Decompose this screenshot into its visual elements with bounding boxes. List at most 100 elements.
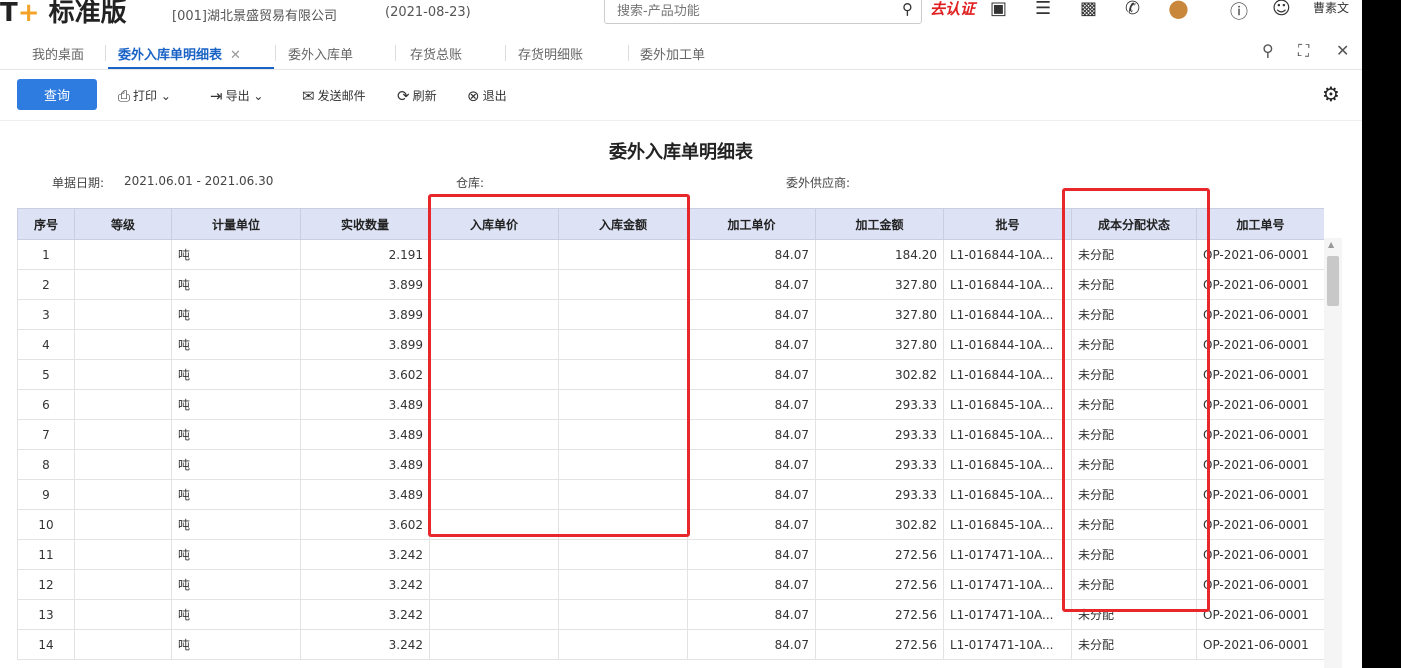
table-cell[interactable] [558, 569, 688, 600]
tab-inventory-detail[interactable]: 存货明细账 [518, 44, 583, 63]
table-cell[interactable]: 未分配 [1071, 239, 1197, 270]
table-cell[interactable]: 3.242 [300, 629, 430, 660]
gear-icon[interactable]: ⚙ [1322, 82, 1340, 106]
table-row[interactable]: 11 吨 3.242 84.07 272.56 L1-017471-10A... 未分配 OP… [17, 539, 1324, 570]
table-cell[interactable]: 293.33 [815, 419, 944, 450]
table-cell[interactable]: 327.80 [815, 329, 944, 360]
table-cell[interactable] [74, 299, 172, 330]
save-icon[interactable]: ▣ [990, 0, 1007, 19]
table-cell[interactable]: 84.07 [687, 269, 816, 300]
search-icon[interactable]: ⚲ [902, 0, 913, 18]
query-button[interactable]: 查询 [17, 79, 97, 110]
export-button[interactable]: ⇥ 导出 ⌄ [210, 87, 263, 105]
table-cell[interactable]: 302.82 [815, 509, 944, 540]
table-row[interactable]: 4 吨 3.899 84.07 327.80 L1-016844-10A... 未分配 OP-… [17, 329, 1324, 360]
table-cell[interactable]: 2 [17, 269, 75, 300]
table-cell[interactable] [429, 449, 559, 480]
search-icon[interactable]: ⚲ [1262, 41, 1274, 60]
table-cell[interactable]: 84.07 [687, 479, 816, 510]
tab-desktop[interactable]: 我的桌面 [32, 44, 84, 63]
table-cell[interactable]: OP-2021-06-0001 [1196, 569, 1324, 600]
table-cell[interactable] [558, 299, 688, 330]
table-row[interactable]: 12 吨 3.242 84.07 272.56 L1-017471-10A... 未分配 OP… [17, 569, 1324, 600]
table-cell[interactable] [558, 509, 688, 540]
table-row[interactable]: 7 吨 3.489 84.07 293.33 L1-016845-10A... 未分配 OP-… [17, 419, 1324, 450]
table-cell[interactable]: 3.242 [300, 569, 430, 600]
table-cell[interactable] [558, 389, 688, 420]
table-cell[interactable]: 吨 [171, 599, 301, 630]
table-cell[interactable] [429, 389, 559, 420]
column-header[interactable]: 实收数量 [300, 208, 430, 240]
table-cell[interactable] [74, 239, 172, 270]
company-name[interactable]: [001]湖北景盛贸易有限公司 [172, 5, 337, 24]
column-header[interactable]: 批号 [943, 208, 1072, 240]
table-cell[interactable] [74, 539, 172, 570]
table-cell[interactable]: L1-016845-10A... [943, 449, 1072, 480]
table-row[interactable]: 1 吨 2.191 84.07 184.20 L1-016844-10A... 未分配 OP-… [17, 239, 1324, 270]
table-cell[interactable]: 吨 [171, 509, 301, 540]
table-cell[interactable]: L1-017471-10A... [943, 599, 1072, 630]
table-cell[interactable]: 84.07 [687, 629, 816, 660]
table-cell[interactable]: 272.56 [815, 569, 944, 600]
table-cell[interactable]: 未分配 [1071, 389, 1197, 420]
column-header[interactable]: 入库单价 [429, 208, 559, 240]
checklist-icon[interactable]: ☰ [1035, 0, 1051, 19]
table-cell[interactable] [74, 629, 172, 660]
table-cell[interactable] [558, 359, 688, 390]
monitor-icon[interactable]: ▩ [1080, 0, 1097, 19]
table-cell[interactable]: OP-2021-06-0001 [1196, 479, 1324, 510]
table-cell[interactable] [558, 599, 688, 630]
table-cell[interactable]: OP-2021-06-0001 [1196, 389, 1324, 420]
tab-outsource-receipt[interactable]: 委外入库单 [288, 44, 353, 63]
table-cell[interactable] [74, 569, 172, 600]
close-icon[interactable]: ✕ [230, 48, 241, 63]
table-cell[interactable]: L1-016844-10A... [943, 239, 1072, 270]
table-cell[interactable] [74, 599, 172, 630]
table-cell[interactable] [558, 449, 688, 480]
table-cell[interactable]: 3.899 [300, 299, 430, 330]
table-cell[interactable] [74, 389, 172, 420]
table-cell[interactable]: 未分配 [1071, 599, 1197, 630]
table-cell[interactable]: L1-016845-10A... [943, 419, 1072, 450]
table-cell[interactable] [558, 419, 688, 450]
scroll-thumb[interactable] [1327, 256, 1339, 306]
table-row[interactable]: 8 吨 3.489 84.07 293.33 L1-016845-10A... 未分配 OP-… [17, 449, 1324, 480]
table-cell[interactable]: 84.07 [687, 419, 816, 450]
table-cell[interactable]: 吨 [171, 479, 301, 510]
table-cell[interactable]: 7 [17, 419, 75, 450]
table-cell[interactable]: 12 [17, 569, 75, 600]
table-cell[interactable]: 327.80 [815, 299, 944, 330]
table-cell[interactable]: 84.07 [687, 599, 816, 630]
column-header[interactable]: 成本分配状态 [1071, 208, 1197, 240]
search-input[interactable] [615, 3, 889, 20]
table-cell[interactable]: 293.33 [815, 449, 944, 480]
table-cell[interactable] [558, 329, 688, 360]
table-cell[interactable]: 5 [17, 359, 75, 390]
table-cell[interactable]: 未分配 [1071, 539, 1197, 570]
table-cell[interactable]: 293.33 [815, 389, 944, 420]
vertical-scrollbar[interactable]: ▲ [1324, 238, 1342, 668]
table-cell[interactable]: OP-2021-06-0001 [1196, 539, 1324, 570]
table-cell[interactable]: 84.07 [687, 389, 816, 420]
table-cell[interactable] [558, 479, 688, 510]
table-cell[interactable] [429, 239, 559, 270]
table-cell[interactable] [429, 359, 559, 390]
table-cell[interactable] [429, 569, 559, 600]
table-cell[interactable]: 3.489 [300, 419, 430, 450]
table-cell[interactable]: L1-016844-10A... [943, 359, 1072, 390]
table-cell[interactable]: 8 [17, 449, 75, 480]
table-cell[interactable]: L1-016844-10A... [943, 269, 1072, 300]
table-cell[interactable] [74, 449, 172, 480]
table-row[interactable]: 6 吨 3.489 84.07 293.33 L1-016845-10A... 未分配 OP-… [17, 389, 1324, 420]
table-cell[interactable]: OP-2021-06-0001 [1196, 269, 1324, 300]
table-cell[interactable] [74, 269, 172, 300]
table-cell[interactable]: L1-017471-10A... [943, 569, 1072, 600]
table-cell[interactable]: OP-2021-06-0001 [1196, 329, 1324, 360]
table-cell[interactable]: OP-2021-06-0001 [1196, 509, 1324, 540]
exit-button[interactable]: ⊗ 退出 [467, 87, 507, 105]
table-cell[interactable]: 2.191 [300, 239, 430, 270]
table-row[interactable]: 13 吨 3.242 84.07 272.56 L1-017471-10A... 未分配 OP… [17, 599, 1324, 630]
table-cell[interactable]: OP-2021-06-0001 [1196, 239, 1324, 270]
table-cell[interactable]: 吨 [171, 449, 301, 480]
close-icon[interactable]: ✕ [1336, 41, 1349, 60]
